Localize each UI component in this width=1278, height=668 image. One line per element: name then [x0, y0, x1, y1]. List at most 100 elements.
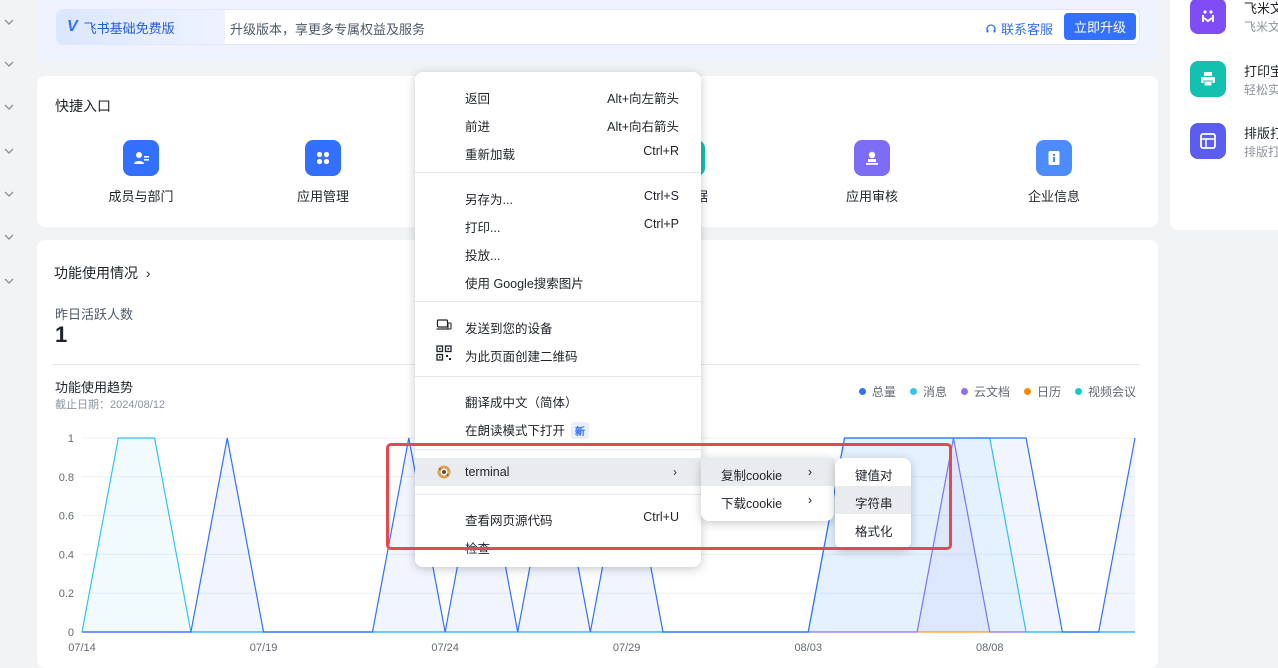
submenu-item-formatted[interactable]: 格式化	[835, 514, 911, 542]
menu-item-label: 查看网页源代码	[465, 514, 553, 528]
upgrade-now-button[interactable]: 立即升级	[1064, 13, 1136, 40]
chevron-down-icon[interactable]	[3, 188, 15, 200]
recommend-subtitle: 排版打	[1244, 145, 1278, 159]
menu-item-shortcut: Ctrl+S	[643, 189, 679, 203]
chevron-right-icon: ›	[673, 465, 677, 479]
upgrade-banner: V 飞书基础免费版 升级版本，享更多专属权益及服务 联系客服 立即升级	[56, 9, 1140, 45]
new-badge: 新	[571, 422, 590, 439]
menu-item-label: 重新加载	[465, 148, 516, 162]
menu-item-translate[interactable]: 翻译成中文（简体）	[415, 385, 701, 413]
submenu-item-download-cookie[interactable]: 下载cookie ›	[701, 486, 834, 514]
y-tick-label: 0.8	[59, 472, 74, 484]
menu-item-shortcut: Alt+向右箭头	[607, 120, 679, 134]
menu-item-back[interactable]: 返回 Alt+向左箭头	[415, 81, 701, 109]
quick-item-app-review[interactable]: 应用审核	[812, 140, 932, 205]
device-icon	[436, 317, 452, 333]
menu-item-label: 投放...	[465, 249, 501, 263]
edition-tag: V 飞书基础免费版	[57, 10, 225, 44]
menu-item-label: 前进	[465, 120, 491, 134]
menu-item-label: 打印...	[465, 221, 501, 235]
quick-item-members[interactable]: 成员与部门	[81, 140, 201, 205]
submenu-item-key-value[interactable]: 键值对	[835, 458, 911, 486]
qr-code-icon	[436, 345, 452, 361]
chevron-down-icon[interactable]	[3, 231, 15, 243]
menu-separator	[415, 301, 701, 302]
x-tick-label: 07/29	[613, 642, 641, 654]
chevron-right-icon: ›	[807, 493, 812, 507]
menu-item-label: 为此页面创建二维码	[465, 350, 578, 364]
menu-item-label: 另存为...	[465, 193, 513, 207]
recommend-title: 排版打	[1244, 126, 1278, 141]
members-icon	[123, 140, 159, 176]
submenu-item-label: 键值对	[855, 469, 893, 483]
terminal-submenu: 复制cookie › 下载cookie ›	[701, 458, 834, 521]
chevron-down-icon[interactable]	[3, 58, 15, 70]
submenu-item-label: 格式化	[855, 525, 893, 539]
contact-support-link[interactable]: 联系客服	[985, 19, 1053, 38]
recommend-subtitle: 飞米文	[1244, 20, 1278, 34]
menu-item-save-as[interactable]: 另存为... Ctrl+S	[415, 182, 701, 210]
menu-separator	[415, 449, 701, 450]
submenu-item-label: 下载cookie	[721, 497, 783, 511]
quick-item-label: 成员与部门	[108, 189, 174, 204]
menu-item-label: 检查	[465, 542, 491, 556]
edition-label: 飞书基础免费版	[83, 20, 175, 36]
x-tick-label: 08/08	[976, 642, 1004, 654]
submenu-item-string[interactable]: 字符串	[835, 486, 911, 514]
y-tick-label: 0.6	[59, 511, 74, 523]
apps-icon	[305, 140, 341, 176]
menu-item-view-source[interactable]: 查看网页源代码 Ctrl+U	[415, 503, 701, 531]
x-tick-label: 07/14	[68, 642, 96, 654]
contact-support-label: 联系客服	[1001, 22, 1054, 37]
chevron-down-icon[interactable]	[3, 145, 15, 157]
x-tick-label: 08/03	[794, 642, 822, 654]
menu-item-label: 翻译成中文（简体）	[465, 396, 578, 410]
chevron-down-icon[interactable]	[3, 16, 15, 28]
quick-item-label: 企业信息	[1027, 189, 1080, 204]
context-menu: 返回 Alt+向左箭头 前进 Alt+向右箭头 重新加载 Ctrl+R 另存为... C…	[415, 72, 701, 567]
menu-item-create-qr-code[interactable]: 为此页面创建二维码	[415, 339, 701, 367]
headset-icon	[986, 23, 996, 32]
menu-item-send-to-device[interactable]: 发送到您的设备	[415, 311, 701, 339]
menu-item-print[interactable]: 打印... Ctrl+P	[415, 210, 701, 238]
cookie-extension-icon	[436, 464, 452, 480]
quick-item-label: 应用审核	[845, 189, 898, 204]
printer-icon	[1190, 61, 1226, 97]
quick-item-company-info[interactable]: 企业信息	[994, 140, 1114, 205]
menu-item-shortcut: Alt+向左箭头	[607, 92, 679, 106]
menu-separator	[415, 376, 701, 377]
menu-item-label: 在朗读模式下打开	[465, 424, 566, 438]
quick-entry-title: 快捷入口	[55, 98, 111, 114]
submenu-item-copy-cookie[interactable]: 复制cookie ›	[701, 458, 834, 486]
quick-item-label: 应用管理	[296, 189, 349, 204]
menu-item-cast[interactable]: 投放...	[415, 238, 701, 266]
left-gutter	[0, 0, 20, 668]
menu-item-label: 发送到您的设备	[465, 322, 553, 336]
menu-item-shortcut: Ctrl+P	[643, 217, 679, 231]
menu-item-shortcut: Ctrl+R	[643, 144, 679, 158]
quick-item-apps[interactable]: 应用管理	[263, 140, 383, 205]
submenu-item-label: 字符串	[855, 497, 893, 511]
menu-item-reload[interactable]: 重新加载 Ctrl+R	[415, 137, 701, 165]
menu-item-shortcut: Ctrl+U	[643, 510, 679, 524]
menu-item-terminal[interactable]: terminal ›	[415, 458, 701, 486]
review-icon	[854, 140, 890, 176]
menu-item-forward[interactable]: 前进 Alt+向右箭头	[415, 109, 701, 137]
menu-item-inspect[interactable]: 检查	[415, 531, 701, 559]
chevron-down-icon[interactable]	[3, 275, 15, 287]
x-tick-label: 07/19	[250, 642, 278, 654]
chevron-right-icon: ›	[807, 465, 812, 479]
menu-item-label: terminal	[465, 465, 510, 479]
menu-separator	[415, 172, 701, 173]
x-tick-label: 07/24	[431, 642, 459, 654]
menu-item-google-image-search[interactable]: 使用 Google搜索图片	[415, 266, 701, 294]
chevron-down-icon[interactable]	[3, 101, 15, 113]
menu-item-label: 返回	[465, 92, 491, 106]
mascot-icon	[1190, 0, 1226, 34]
menu-item-reading-mode[interactable]: 在朗读模式下打开新	[415, 413, 701, 441]
y-tick-label: 0	[68, 627, 74, 639]
upgrade-promo-text: 升级版本，享更多专属权益及服务	[230, 22, 426, 37]
menu-separator	[415, 494, 701, 495]
y-tick-label: 0.2	[59, 588, 74, 600]
layout-icon	[1190, 123, 1226, 159]
